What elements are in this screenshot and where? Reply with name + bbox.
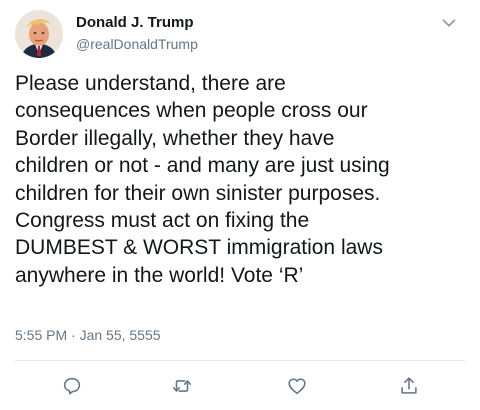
author-name[interactable]: Donald J. Trump <box>76 14 194 31</box>
divider <box>15 360 465 361</box>
retweet-icon <box>172 380 192 392</box>
share-button[interactable] <box>395 372 423 400</box>
author-handle[interactable]: @realDonaldTrump <box>76 36 198 52</box>
tweet-card: Donald J. Trump @realDonaldTrump Please … <box>0 0 480 410</box>
action-bar <box>0 366 480 406</box>
retweet-button[interactable] <box>168 372 196 400</box>
avatar[interactable] <box>15 10 63 58</box>
share-icon <box>401 377 417 394</box>
reply-button[interactable] <box>58 372 86 400</box>
chevron-down-icon[interactable] <box>438 12 460 34</box>
like-button[interactable] <box>283 372 311 400</box>
avatar-image <box>15 10 63 58</box>
reply-icon <box>63 377 81 395</box>
tweet-timestamp[interactable]: 5:55 PM · Jan 55, 5555 <box>15 327 161 343</box>
heart-icon <box>288 378 306 395</box>
tweet-text: Please understand, there are consequence… <box>15 72 390 287</box>
